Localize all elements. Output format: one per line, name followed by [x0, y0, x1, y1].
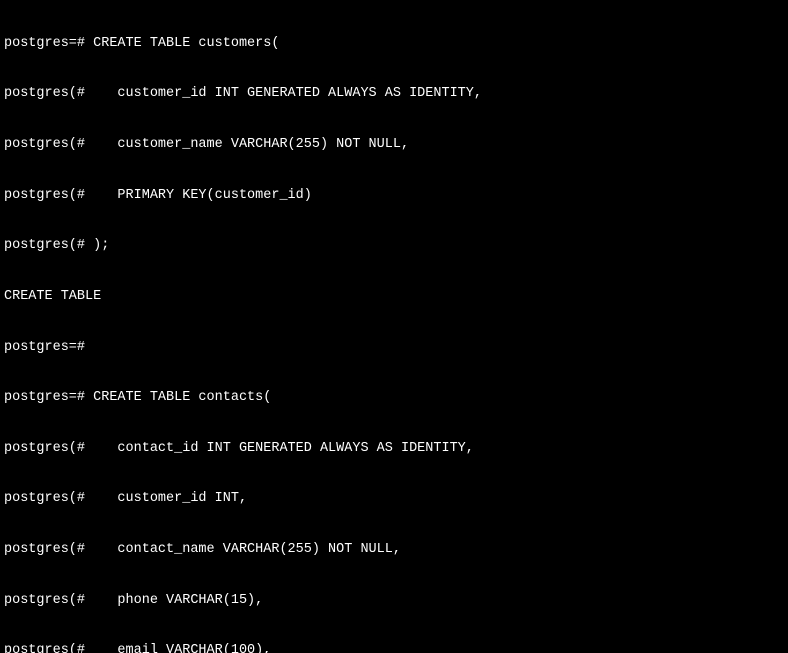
terminal-line: postgres=#	[4, 340, 784, 357]
terminal-line: CREATE TABLE	[4, 289, 784, 306]
terminal-line: postgres(# PRIMARY KEY(customer_id)	[4, 188, 784, 205]
terminal-line: postgres(# contact_name VARCHAR(255) NOT…	[4, 542, 784, 559]
terminal-line: postgres(# customer_id INT GENERATED ALW…	[4, 86, 784, 103]
terminal-line: postgres(# customer_name VARCHAR(255) NO…	[4, 137, 784, 154]
terminal-line: postgres=# CREATE TABLE contacts(	[4, 390, 784, 407]
terminal-output[interactable]: postgres=# CREATE TABLE customers( postg…	[0, 0, 788, 653]
terminal-line: postgres(# contact_id INT GENERATED ALWA…	[4, 441, 784, 458]
terminal-line: postgres(# email VARCHAR(100),	[4, 643, 784, 653]
terminal-line: postgres(# customer_id INT,	[4, 491, 784, 508]
terminal-line: postgres=# CREATE TABLE customers(	[4, 36, 784, 53]
terminal-line: postgres(# phone VARCHAR(15),	[4, 593, 784, 610]
terminal-line: postgres(# );	[4, 238, 784, 255]
